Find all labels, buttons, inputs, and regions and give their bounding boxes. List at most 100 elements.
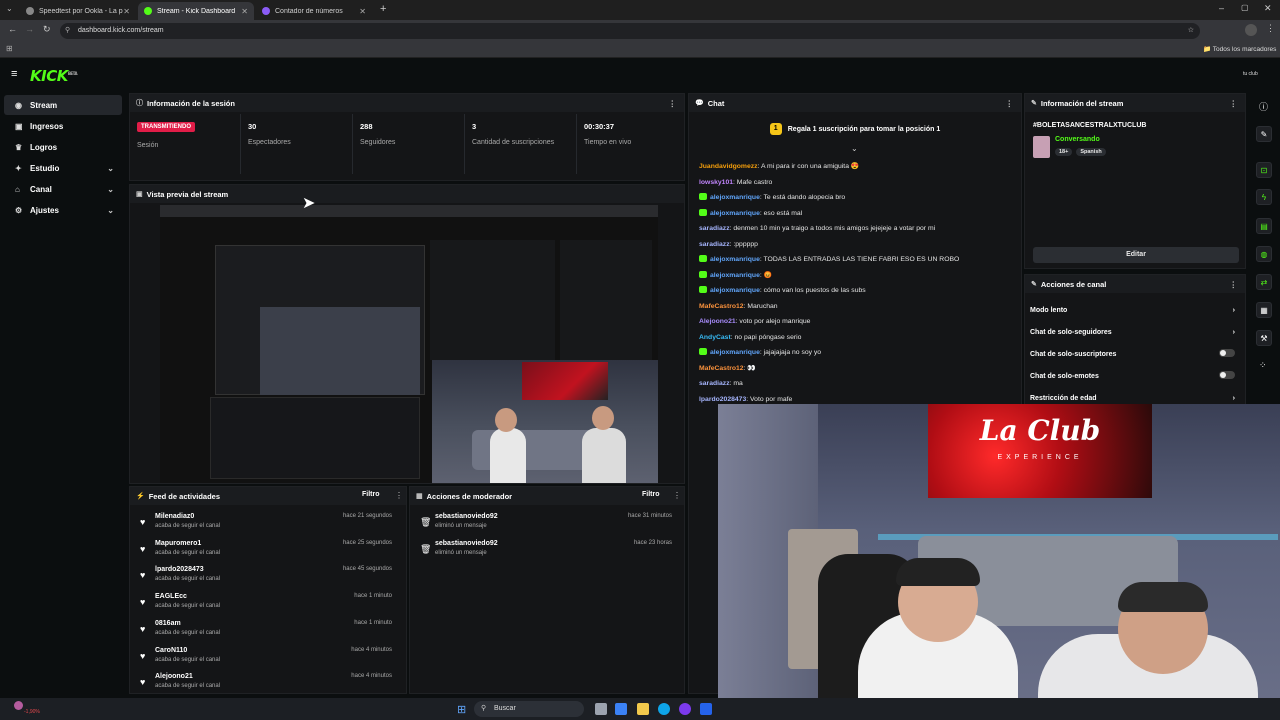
chat-username[interactable]: alejoxmanrique xyxy=(710,210,760,217)
bookmark-star-icon[interactable]: ☆ xyxy=(1188,23,1194,39)
chat-message[interactable]: Alejoono21: voto por alejo manrique xyxy=(689,314,1021,330)
reload-icon[interactable]: ↻ xyxy=(43,24,51,35)
channel-action-item[interactable]: Chat de solo-suscriptores xyxy=(1025,343,1245,365)
chat-username[interactable]: saradiazz xyxy=(699,241,730,248)
chat-username[interactable]: AndyCast xyxy=(699,334,731,341)
kick-logo[interactable]: KICKBETA xyxy=(30,67,78,85)
follower-name[interactable]: 0816am xyxy=(155,620,181,627)
pinned-gift-banner[interactable]: 1 Regala 1 suscripción para tomar la pos… xyxy=(689,116,1021,142)
browser-tab[interactable]: Contador de números ✕ xyxy=(256,2,372,20)
moderator-name[interactable]: sebastianoviedo92 xyxy=(435,540,498,547)
channel-action-item[interactable]: Chat de solo-seguidores › xyxy=(1025,321,1245,343)
sidebar-item-ajustes[interactable]: ⚙ Ajustes ⌄ xyxy=(4,200,122,220)
follower-name[interactable]: CaroN110 xyxy=(155,647,187,654)
moderator-name[interactable]: sebastianoviedo92 xyxy=(435,513,498,520)
channel-action-item[interactable]: Chat de solo-emotes xyxy=(1025,365,1245,387)
forward-icon[interactable]: → xyxy=(25,24,34,34)
copilot-icon[interactable] xyxy=(615,703,627,715)
chat-username[interactable]: MafeCastro12 xyxy=(699,303,744,310)
site-info-icon[interactable]: ⚲ xyxy=(65,23,70,39)
chat-message[interactable]: MafeCastro12: 👀 xyxy=(689,361,1021,377)
close-window-button[interactable]: ✕ xyxy=(1264,3,1272,14)
chat-message[interactable]: alejoxmanrique: eso está mal xyxy=(689,206,1021,222)
chat-message[interactable]: MafeCastro12: Maruchan xyxy=(689,299,1021,315)
chat-username[interactable]: lowsky101 xyxy=(699,179,733,186)
chat-username[interactable]: saradiazz xyxy=(699,380,730,387)
link-rail-icon[interactable]: ⇄ xyxy=(1256,274,1272,290)
chat-username[interactable]: Alejoono21 xyxy=(699,318,736,325)
sidebar-item-logros[interactable]: ♛ Logros xyxy=(4,137,122,157)
scan-rail-icon[interactable]: ⊡ xyxy=(1256,162,1272,178)
wrench-rail-icon[interactable]: ⚒ xyxy=(1256,330,1272,346)
stream-info-menu-icon[interactable]: ⋮ xyxy=(1230,99,1238,108)
follower-name[interactable]: Milenadiaz0 xyxy=(155,513,194,520)
chat-message[interactable]: Juandavidgomezz: A mi para ir con una am… xyxy=(689,159,1021,175)
collapse-chevron-icon[interactable]: ⌄ xyxy=(851,144,858,153)
weather-widget-icon[interactable] xyxy=(14,701,23,710)
browser-tab[interactable]: Stream - Kick Dashboard ✕ xyxy=(138,2,254,20)
activity-filter-button[interactable]: Filtro xyxy=(362,491,380,498)
file-explorer-icon[interactable] xyxy=(637,703,649,715)
chat-message[interactable]: saradiazz: :pppppp xyxy=(689,237,1021,253)
chat-username[interactable]: alejoxmanrique xyxy=(710,349,760,356)
chat-username[interactable]: saradiazz xyxy=(699,225,730,232)
chat-username[interactable]: lpardo2028473 xyxy=(699,396,746,403)
close-tab-icon[interactable]: ✕ xyxy=(123,7,130,16)
back-icon[interactable]: ← xyxy=(8,24,17,34)
mod-filter-button[interactable]: Filtro xyxy=(642,491,660,498)
chat-username[interactable]: alejoxmanrique xyxy=(710,194,760,201)
stream-preview-video[interactable] xyxy=(160,205,658,483)
edit-stream-button[interactable]: Editar xyxy=(1033,247,1239,263)
chat-menu-icon[interactable]: ⋮ xyxy=(1006,99,1014,108)
url-field[interactable]: ⚲ dashboard.kick.com/stream ☆ xyxy=(60,23,1200,39)
sidebar-item-stream[interactable]: ◉ Stream xyxy=(4,95,122,115)
chat-username[interactable]: MafeCastro12 xyxy=(699,365,744,372)
follower-name[interactable]: lpardo2028473 xyxy=(155,566,204,573)
browser-menu-icon[interactable]: ⋮ xyxy=(1266,23,1275,34)
close-tab-icon[interactable]: ✕ xyxy=(359,7,366,16)
user-menu[interactable]: tu club xyxy=(1243,71,1258,77)
chat-message[interactable]: saradiazz: denmen 10 min ya traigo a tod… xyxy=(689,221,1021,237)
chat-message[interactable]: AndyCast: no papi póngase serio xyxy=(689,330,1021,346)
hamburger-menu-icon[interactable]: ≡ xyxy=(11,68,17,80)
category-name[interactable]: Conversando xyxy=(1055,136,1100,143)
sidebar-item-canal[interactable]: ⌂ Canal ⌄ xyxy=(4,179,122,199)
close-tab-icon[interactable]: ✕ xyxy=(241,7,248,16)
all-bookmarks-link[interactable]: 📁 Todos los marcadores xyxy=(1203,45,1276,53)
toggle-switch[interactable] xyxy=(1219,349,1235,359)
profile-avatar[interactable] xyxy=(1245,24,1257,36)
activity-menu-icon[interactable]: ⋮ xyxy=(395,491,403,500)
minimize-button[interactable]: – xyxy=(1219,3,1224,13)
task-view-icon[interactable] xyxy=(595,703,607,715)
edge-icon[interactable] xyxy=(658,703,670,715)
tab-menu-icon[interactable]: ⌄ xyxy=(6,4,13,13)
maximize-button[interactable]: ▢ xyxy=(1241,3,1249,12)
browser-tab[interactable]: Speedtest por Ookla - La prueb✕ xyxy=(20,2,136,20)
chat-message[interactable]: alejoxmanrique: TODAS LAS ENTRADAS LAS T… xyxy=(689,252,1021,268)
taskbar-search[interactable]: ⚲ Buscar xyxy=(474,701,584,717)
app-icon[interactable] xyxy=(679,703,691,715)
chat-message[interactable]: alejoxmanrique: Te está dando alopecia b… xyxy=(689,190,1021,206)
chat-rail-icon[interactable]: ◍ xyxy=(1256,246,1272,262)
chat-username[interactable]: alejoxmanrique xyxy=(710,256,760,263)
chat-username[interactable]: alejoxmanrique xyxy=(710,287,760,294)
session-menu-icon[interactable]: ⋮ xyxy=(669,99,677,108)
layout-rail-icon[interactable]: ▦ xyxy=(1256,302,1272,318)
channel-action-item[interactable]: Modo lento › xyxy=(1025,299,1245,321)
follower-name[interactable]: Mapuromero1 xyxy=(155,540,201,547)
edit-rail-icon[interactable]: ✎ xyxy=(1256,126,1272,142)
note-rail-icon[interactable]: ▤ xyxy=(1256,218,1272,234)
outlook-icon[interactable] xyxy=(700,703,712,715)
more-rail-icon[interactable]: ⁘ xyxy=(1259,360,1267,371)
lightning-rail-icon[interactable]: ϟ xyxy=(1256,189,1272,205)
chat-message[interactable]: saradiazz: ma xyxy=(689,376,1021,392)
chat-message[interactable]: alejoxmanrique: cómo van los puestos de … xyxy=(689,283,1021,299)
chat-message[interactable]: alejoxmanrique: 😡 xyxy=(689,268,1021,284)
toggle-switch[interactable] xyxy=(1219,371,1235,381)
sidebar-item-estudio[interactable]: ✦ Estudio ⌄ xyxy=(4,158,122,178)
follower-name[interactable]: EAGLEcc xyxy=(155,593,187,600)
sidebar-item-ingresos[interactable]: ▣ Ingresos xyxy=(4,116,122,136)
chat-message[interactable]: lowsky101: Mafe castro xyxy=(689,175,1021,191)
chat-message[interactable]: alejoxmanrique: jajajajaja no soy yo xyxy=(689,345,1021,361)
channel-actions-menu-icon[interactable]: ⋮ xyxy=(1230,280,1238,289)
